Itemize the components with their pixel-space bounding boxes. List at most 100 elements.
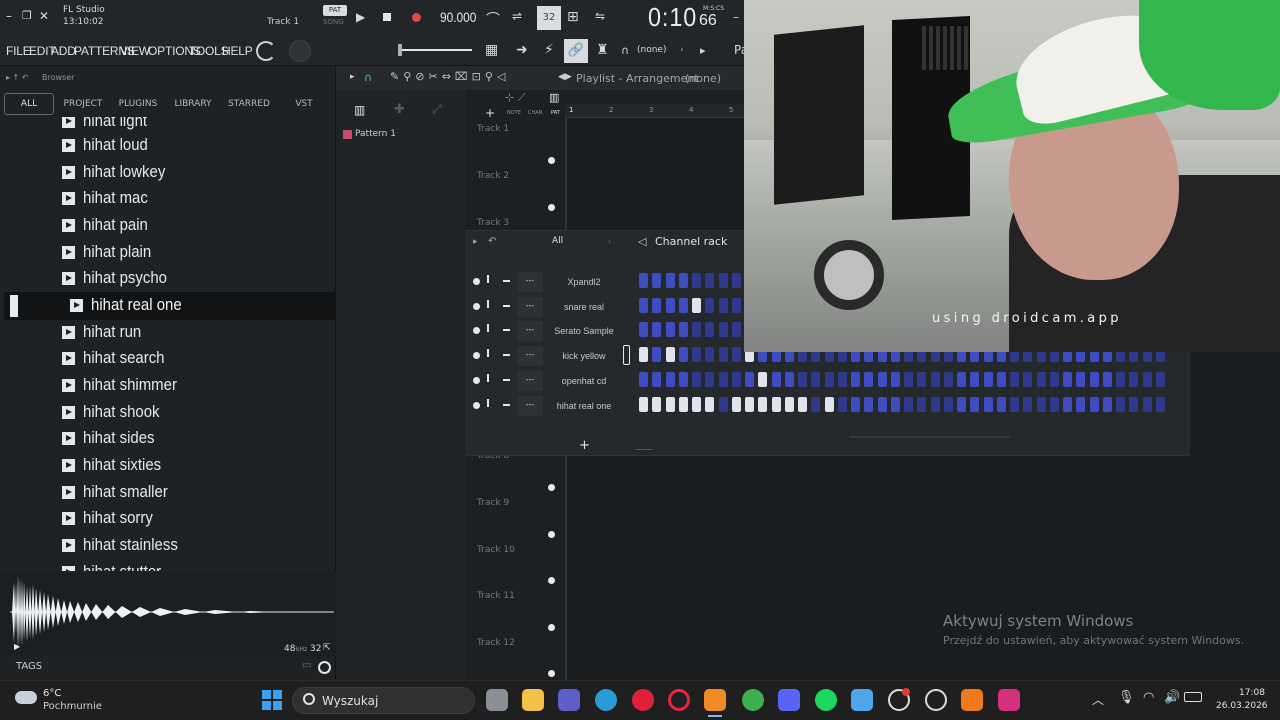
mixer-track-selector[interactable]: ---	[517, 321, 543, 341]
list-item[interactable]: hihat run	[62, 319, 149, 345]
opera-icon[interactable]	[668, 689, 690, 711]
record-icon[interactable]	[412, 13, 421, 22]
filter-arrow-icon[interactable]: ›	[608, 237, 611, 246]
step-button[interactable]	[1129, 397, 1139, 412]
step-button[interactable]	[1010, 372, 1019, 387]
list-item[interactable]: hihat smaller	[62, 479, 179, 505]
cloud-icon[interactable]	[15, 691, 37, 704]
play-icon[interactable]: ▶	[356, 10, 365, 24]
step-button[interactable]	[692, 298, 701, 313]
menu-add[interactable]: ADD	[51, 44, 76, 58]
channel-volume-knob[interactable]	[503, 305, 510, 307]
channel-mute-button[interactable]	[473, 402, 480, 409]
step-button[interactable]	[665, 322, 675, 337]
song-mode-button[interactable]: SONG	[323, 18, 344, 26]
channel-volume-knob[interactable]	[503, 379, 510, 381]
plugin-icon[interactable]: ⚡	[544, 42, 554, 58]
step-button[interactable]	[718, 372, 728, 387]
tab-all[interactable]: ALL	[4, 93, 54, 115]
list-item[interactable]: hihat loud	[62, 132, 157, 158]
mixer-track-selector[interactable]: ---	[517, 297, 543, 317]
export-icon[interactable]: ⇱	[323, 643, 331, 653]
step-button[interactable]	[877, 372, 887, 387]
step-button[interactable]	[1155, 397, 1165, 412]
step-button[interactable]	[864, 372, 874, 387]
pattern-dropdown[interactable]: (none)	[637, 45, 666, 55]
step-button[interactable]	[996, 372, 1006, 387]
mixer-track-selector[interactable]: ---	[517, 371, 543, 391]
magnet-snap-icon[interactable]: ∩	[364, 71, 372, 84]
next-icon[interactable]: ▸	[700, 44, 706, 57]
list-item[interactable]: hihat stainless	[62, 532, 191, 558]
step-button[interactable]	[917, 372, 927, 387]
step-button[interactable]	[983, 372, 993, 387]
step-button[interactable]	[678, 372, 688, 387]
playlist-pattern-select[interactable]: (none)	[685, 72, 721, 85]
mixer-track-selector[interactable]: ---	[517, 396, 543, 416]
playlist-nav-icon[interactable]: ◀▶	[558, 72, 572, 82]
wait-input-icon[interactable]: ⇌	[512, 9, 522, 23]
step-button[interactable]	[1049, 397, 1059, 412]
instagram-icon[interactable]	[998, 689, 1020, 711]
tempo-display[interactable]: 90.000	[440, 9, 476, 25]
step-button[interactable]	[1010, 397, 1019, 412]
track-label[interactable]: Track 12	[477, 638, 515, 648]
list-item[interactable]: hihat mac	[62, 185, 157, 211]
step-button[interactable]	[705, 273, 715, 288]
step-button[interactable]	[665, 273, 675, 288]
taskbar-time[interactable]: 17:08	[1239, 688, 1265, 698]
channel-pan-knob[interactable]	[487, 275, 493, 283]
task-view-icon[interactable]	[486, 689, 508, 711]
step-button[interactable]	[771, 372, 781, 387]
channel-mute-button[interactable]	[473, 303, 480, 310]
step-button[interactable]	[1036, 397, 1046, 412]
step-button[interactable]	[665, 372, 675, 387]
step-button[interactable]	[957, 397, 966, 412]
chrome-icon[interactable]	[742, 689, 764, 711]
tab-library[interactable]: LIBRARY	[168, 93, 218, 115]
step-button[interactable]	[639, 372, 648, 387]
close-icon[interactable]: ✕	[39, 9, 49, 23]
step-button[interactable]	[665, 397, 675, 412]
step-button[interactable]	[678, 347, 688, 362]
menu-help[interactable]: HELP	[222, 44, 253, 58]
step-button[interactable]	[904, 372, 913, 387]
step-button[interactable]	[731, 347, 741, 362]
playlist-menu-icon[interactable]: ▸	[350, 72, 355, 82]
weather-desc[interactable]: Pochmurnie	[43, 701, 102, 712]
step-button[interactable]	[957, 372, 966, 387]
step-button[interactable]	[758, 397, 768, 412]
channel-pan-knob[interactable]	[487, 300, 493, 308]
step-button[interactable]	[718, 298, 728, 313]
step-button[interactable]	[1129, 372, 1139, 387]
step-button[interactable]	[718, 322, 728, 337]
step-button[interactable]	[1089, 397, 1099, 412]
step-button[interactable]	[1155, 372, 1165, 387]
list-item-selected[interactable]: hihat real one	[70, 292, 194, 318]
step-button[interactable]	[731, 372, 741, 387]
sample-preview[interactable]: ▶ 48 kHz 32 ⇱	[0, 572, 336, 656]
stop-icon[interactable]	[383, 13, 391, 21]
step-button[interactable]	[824, 372, 834, 387]
step-button[interactable]	[784, 397, 794, 412]
channel-name-button[interactable]: openhat cd	[550, 371, 618, 391]
step-button[interactable]	[718, 273, 728, 288]
snap-icon[interactable]: 32	[537, 6, 561, 30]
step-button[interactable]	[692, 322, 701, 337]
pattern-item[interactable]: Pattern 1	[355, 129, 396, 139]
step-button[interactable]	[996, 397, 1006, 412]
step-button[interactable]	[1063, 372, 1072, 387]
step-button[interactable]	[652, 347, 662, 362]
list-item[interactable]: hihat sixties	[62, 452, 172, 478]
list-item[interactable]: hihat shimmer	[62, 372, 190, 398]
step-button[interactable]	[890, 372, 900, 387]
track-label[interactable]: Track 9	[477, 498, 509, 508]
step-button[interactable]	[639, 298, 648, 313]
step-button[interactable]	[705, 347, 715, 362]
dropdown-arrow-icon[interactable]: ›	[680, 45, 684, 55]
taskbar-search[interactable]: Wyszukaj	[292, 687, 475, 714]
step-button[interactable]	[665, 298, 675, 313]
step-button[interactable]	[771, 397, 781, 412]
step-button[interactable]	[652, 298, 662, 313]
step-button[interactable]	[705, 322, 715, 337]
